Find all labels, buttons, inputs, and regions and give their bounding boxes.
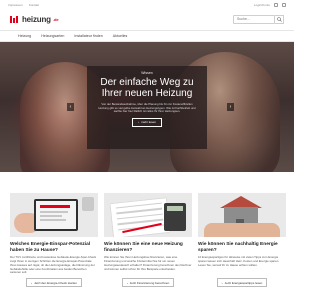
energy-tips-button[interactable]: › Jetzt Energiespartipps lesen <box>216 278 268 288</box>
chevron-right-icon: › <box>138 120 140 125</box>
hero-title: Der einfache Weg zu Ihrer neuen Heizung <box>100 77 194 99</box>
search-box <box>233 14 284 24</box>
carousel-next-button[interactable]: › <box>227 103 234 111</box>
chevron-left-icon: ‹ <box>69 104 72 110</box>
card-title: Wie können Sie nachhaltig Energie sparen… <box>198 242 278 253</box>
nav-item-installateur[interactable]: Installateur finden <box>74 34 102 38</box>
site-header: heizung .de <box>0 10 294 28</box>
card-text: Wie können Sie Ihren Heizungsbau finanzi… <box>104 256 192 271</box>
search-button[interactable] <box>275 14 284 24</box>
site-logo[interactable]: heizung .de <box>10 15 59 24</box>
hero-banner: Wissen Der einfache Weg zu Ihrer neuen H… <box>0 42 294 172</box>
card-button-label: Jetzt Energiespartipps lesen <box>224 280 263 285</box>
search-input[interactable] <box>233 14 275 24</box>
utility-links: Impressum Kontakt <box>8 3 39 7</box>
utility-link-impressum[interactable]: Impressum <box>8 3 23 7</box>
hero-description: Von der Bestandsaufnahme, über die Planu… <box>98 102 196 114</box>
energy-check-button[interactable]: › Jetzt den Energie-Check starten <box>26 278 82 288</box>
chevron-right-icon: › <box>229 104 232 110</box>
financing-calc-button[interactable]: › Jetzt Finanzierung berechnen <box>121 278 175 288</box>
card-image-financing <box>104 193 192 237</box>
hero-text-panel: Wissen Der einfache Weg zu Ihrer neuen H… <box>87 66 207 149</box>
utility-bar: Impressum Kontakt Login/Konto <box>0 0 294 10</box>
card-button-label: Jetzt den Energie-Check starten <box>34 280 77 285</box>
hero-cta-label: mehr lesen <box>141 120 156 125</box>
search-icon <box>276 16 282 22</box>
logo-mark-icon <box>10 15 20 23</box>
chevron-right-icon: › <box>221 280 223 285</box>
chevron-right-icon: › <box>31 280 33 285</box>
utility-actions: Login/Konto <box>254 3 286 7</box>
user-icon[interactable] <box>274 3 278 7</box>
card-text: Der TÜV zertifizierte und kostenlose Geb… <box>10 256 97 275</box>
logo-tld: .de <box>52 16 59 22</box>
chevron-right-icon: › <box>126 280 128 285</box>
teaser-card: Wie können Sie eine neue Heizung finanzi… <box>104 193 192 305</box>
nav-item-heizungsarten[interactable]: Heizungsarten <box>41 34 64 38</box>
teaser-cards: Welches Energie-Einspar-Potenzial haben … <box>10 193 286 305</box>
teaser-card: Welches Energie-Einspar-Potenzial haben … <box>10 193 98 305</box>
card-title: Wie können Sie eine neue Heizung finanzi… <box>104 242 183 253</box>
nav-item-heizung[interactable]: Heizung <box>18 34 31 38</box>
card-image-house <box>198 193 286 237</box>
teaser-card: Wie können Sie nachhaltig Energie sparen… <box>198 193 286 305</box>
logo-text: heizung <box>22 14 51 24</box>
nav-item-aktuelles[interactable]: Aktuelles <box>113 34 128 38</box>
card-title: Welches Energie-Einspar-Potenzial haben … <box>10 242 91 253</box>
login-link[interactable]: Login/Konto <box>254 3 270 7</box>
card-image-tablet <box>10 193 98 237</box>
card-text: 10 Energiespartipps für Hinweise mit vie… <box>198 256 280 267</box>
hero-cta-button[interactable]: › mehr lesen <box>132 117 162 127</box>
main-nav: Heizung Heizungsarten Installateur finde… <box>0 30 294 42</box>
hero-eyebrow: Wissen <box>141 71 153 75</box>
utility-link-kontakt[interactable]: Kontakt <box>29 3 39 7</box>
cart-icon[interactable] <box>282 3 286 7</box>
card-button-label: Jetzt Finanzierung berechnen <box>129 280 170 285</box>
carousel-prev-button[interactable]: ‹ <box>67 103 74 111</box>
